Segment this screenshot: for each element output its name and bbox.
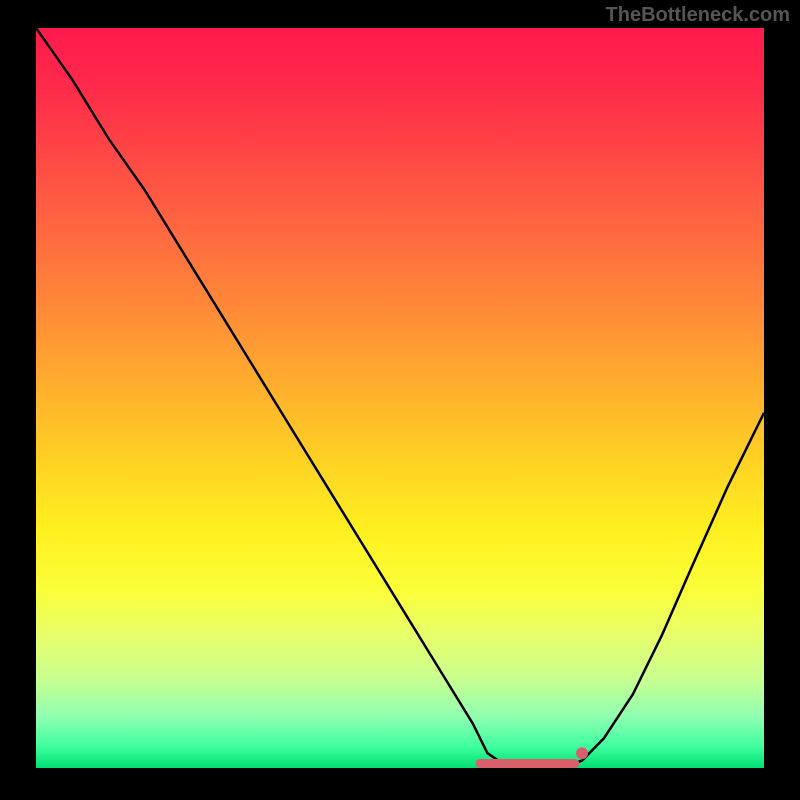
chart-plot-area xyxy=(36,28,764,768)
bottleneck-curve-path xyxy=(36,28,764,768)
optimal-point-marker xyxy=(576,747,588,759)
watermark-text: TheBottleneck.com xyxy=(606,4,790,27)
chart-svg xyxy=(36,28,764,768)
